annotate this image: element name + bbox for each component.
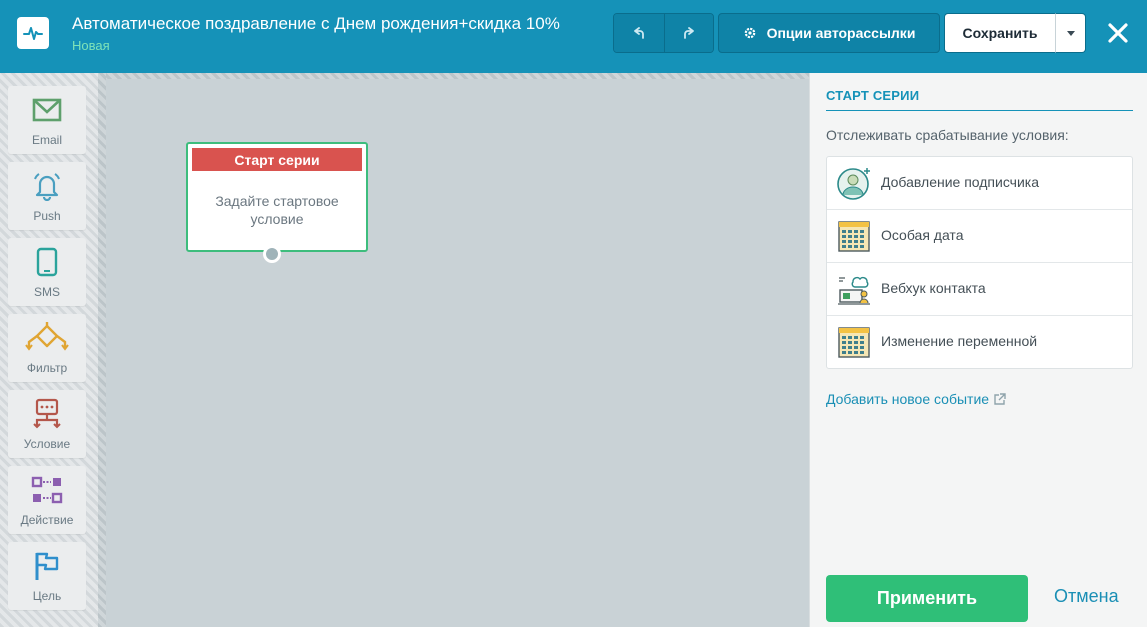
history-buttons: [613, 13, 714, 53]
event-add-subscriber[interactable]: Добавление подписчика: [827, 157, 1132, 210]
tool-label: Фильтр: [26, 361, 68, 375]
campaign-options-button[interactable]: Опции авторассылки: [718, 13, 940, 53]
tool-label: Push: [33, 209, 61, 223]
event-label: Особая дата: [881, 227, 964, 243]
top-header: Автоматическое поздравление с Днем рожде…: [0, 0, 1147, 73]
tool-push[interactable]: Push: [8, 162, 86, 230]
webhook-icon: [838, 276, 870, 305]
caret-down-icon: [1066, 30, 1075, 36]
workflow-canvas[interactable]: Старт серии Задайте стартовое условие: [98, 73, 809, 627]
panel-divider: [826, 110, 1133, 111]
phone-icon: [36, 247, 58, 277]
canvas-border-top: [98, 73, 809, 79]
event-contact-webhook[interactable]: Вебхук контакта: [827, 263, 1132, 316]
tool-action[interactable]: Действие: [8, 466, 86, 534]
tool-filter[interactable]: Фильтр: [8, 314, 86, 382]
tool-label: Действие: [20, 513, 74, 527]
node-header: Старт серии: [192, 148, 362, 171]
panel-label: Отслеживать срабатывание условия:: [826, 127, 1069, 143]
envelope-icon: [32, 98, 62, 122]
element-toolbar: Email Push SMS Фильтр Условие Действие Ц…: [0, 73, 98, 627]
close-button[interactable]: [1101, 16, 1135, 50]
pulse-icon: [23, 27, 43, 40]
gear-icon: [744, 27, 755, 39]
tool-sms[interactable]: SMS: [8, 238, 86, 306]
redo-icon: [683, 27, 694, 39]
tool-condition[interactable]: Условие: [8, 390, 86, 458]
calendar-icon: [838, 327, 870, 358]
node-output-port[interactable]: [263, 245, 281, 263]
redo-button[interactable]: [663, 14, 713, 52]
undo-button[interactable]: [614, 14, 664, 52]
campaign-status: Новая: [72, 38, 110, 53]
event-list: Добавление подписчика Особая дата Вебхук…: [826, 156, 1133, 369]
node-body-line: условие: [250, 211, 304, 227]
series-start-node[interactable]: Старт серии Задайте стартовое условие: [186, 142, 368, 263]
campaign-title[interactable]: Автоматическое поздравление с Днем рожде…: [72, 14, 560, 34]
cancel-button[interactable]: Отмена: [1054, 586, 1119, 607]
options-label: Опции авторассылки: [766, 25, 916, 41]
canvas-border-left: [98, 73, 106, 627]
event-label: Изменение переменной: [881, 333, 1038, 349]
calendar-icon: [838, 221, 870, 252]
node-body-line: Задайте стартовое: [215, 193, 339, 209]
undo-icon: [633, 27, 644, 39]
tool-label: Цель: [32, 589, 62, 603]
filter-icon: [25, 322, 69, 351]
action-icon: [31, 476, 63, 504]
add-event-label: Добавить новое событие: [826, 391, 990, 407]
bell-icon: [34, 173, 60, 201]
apply-button[interactable]: Применить: [826, 575, 1028, 622]
event-label: Добавление подписчика: [881, 174, 1040, 190]
condition-icon: [33, 398, 61, 429]
node-body: Задайте стартовое условие: [188, 192, 366, 228]
add-new-event-link[interactable]: Добавить новое событие: [826, 391, 1006, 407]
settings-panel: СТАРТ СЕРИИ Отслеживать срабатывание усл…: [809, 73, 1147, 627]
tool-label: Email: [31, 133, 62, 147]
tool-goal[interactable]: Цель: [8, 542, 86, 610]
flag-icon: [35, 552, 59, 580]
external-link-icon: [994, 392, 1006, 405]
close-icon: [1108, 23, 1128, 43]
save-button[interactable]: Сохранить: [944, 13, 1056, 53]
app-logo[interactable]: [17, 17, 49, 49]
event-special-date[interactable]: Особая дата: [827, 210, 1132, 263]
event-variable-change[interactable]: Изменение переменной: [827, 316, 1132, 369]
event-label: Вебхук контакта: [881, 280, 986, 296]
tool-email[interactable]: Email: [8, 86, 86, 154]
save-dropdown-button[interactable]: [1055, 13, 1086, 53]
tool-label: SMS: [33, 285, 60, 299]
tool-label: Условие: [23, 437, 71, 451]
panel-title: СТАРТ СЕРИИ: [826, 88, 920, 103]
add-subscriber-icon: [837, 168, 870, 200]
